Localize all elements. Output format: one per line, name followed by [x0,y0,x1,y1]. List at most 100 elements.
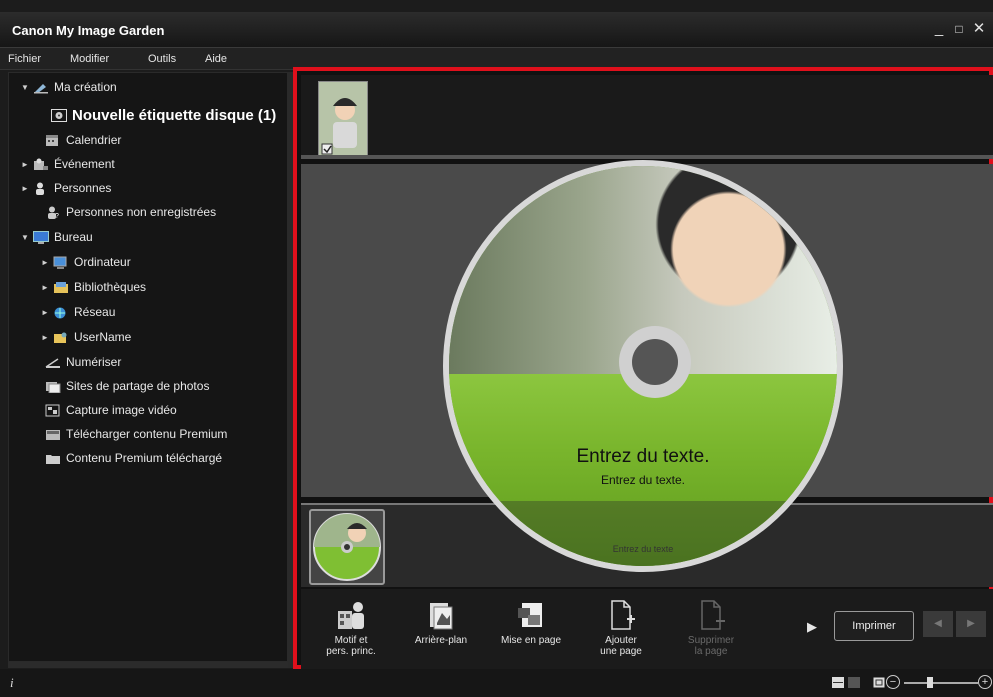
sidebar-item-label: Personnes non enregistrées [66,205,217,219]
sidebar-item-label: Contenu Premium téléchargé [66,451,223,465]
people-icon [33,182,49,195]
computer-icon [53,256,69,269]
theme-main-people-button[interactable]: Motif et pers. princ. [311,599,391,665]
expand-arrow-icon[interactable]: ► [39,283,51,292]
sidebar-item-libraries[interactable]: ► Bibliothèques [39,277,146,297]
menu-edit[interactable]: Modifier [70,53,109,65]
delete-page-button[interactable]: Supprimer la page [671,599,751,665]
maximize-button[interactable]: □ [950,20,968,38]
sidebar-item-scan[interactable]: Numériser [31,352,121,372]
photo-sharing-icon [45,380,61,393]
tool-label: Motif et pers. princ. [326,635,376,657]
my-creation-icon [33,81,49,94]
add-page-icon [606,599,636,631]
sidebar-item-my-creation[interactable]: ▼ Ma création [19,77,117,97]
disc-label-preview[interactable]: Entrez du texte. Entrez du texte. Entrez… [443,160,843,572]
info-icon[interactable]: i [10,675,14,691]
expand-arrow-icon[interactable]: ▼ [19,233,31,242]
zoom-out-button[interactable]: − [886,675,900,689]
sidebar-item-photo-sharing[interactable]: Sites de partage de photos [31,376,209,396]
sidebar-item-label: Ma création [54,80,117,94]
menu-file[interactable]: Fichier [8,53,41,65]
app-window: Canon My Image Garden _ □ ✕ Fichier Modi… [0,0,993,697]
sidebar-item-label: Événement [54,157,115,171]
disc-main-text[interactable]: Entrez du texte. [449,446,837,468]
sidebar-item-event[interactable]: ► Événement [19,154,115,174]
download-premium-icon [45,428,61,441]
sidebar-item-label: Calendrier [66,133,122,147]
fit-to-window-icon[interactable] [873,677,885,688]
sidebar-item-computer[interactable]: ► Ordinateur [39,252,131,272]
tool-label: Supprimer la page [687,635,735,657]
status-bar: i − + [0,669,993,697]
tool-label: Ajouter une page [600,635,642,657]
svg-text:?: ? [55,213,59,219]
premium-folder-icon [45,452,61,465]
expand-arrow-icon[interactable]: ► [39,333,51,342]
sidebar-item-video-capture[interactable]: Capture image vidéo [31,400,177,420]
sidebar-item-username[interactable]: ► UserName [39,327,131,347]
next-page-button[interactable]: ▶ [956,611,986,637]
disc-faint-text: Entrez du texte [612,544,674,554]
sidebar-item-download-premium[interactable]: Télécharger contenu Premium [31,424,227,444]
sidebar-item-unregistered-people[interactable]: ? Personnes non enregistrées [31,202,216,222]
disc-label-preview-wrapper: Entrez du texte. Entrez du texte. Entrez… [443,160,843,572]
close-button[interactable]: ✕ [970,20,988,38]
sidebar-item-label: Réseau [74,305,116,319]
sidebar-item-desktop[interactable]: ▼ Bureau [19,227,93,247]
sidebar-item-label: Personnes [54,181,112,195]
previous-page-button[interactable]: ◀ [923,611,953,637]
menu-tools[interactable]: Outils [148,53,176,65]
disc-thumbnail-icon [313,513,381,581]
delete-page-icon [696,599,726,631]
disc-overlap-shade [449,501,837,566]
more-tools-arrow[interactable]: ▶ [807,619,817,635]
page-thumbnail-strip [301,75,993,157]
sidebar-item-label: Bureau [54,230,93,244]
minimize-button[interactable]: _ [930,20,948,38]
network-icon [53,306,69,319]
page-thumbnail[interactable] [318,81,368,157]
layout-button[interactable]: Mise en page [491,599,571,665]
sidebar-item-label: UserName [74,330,132,344]
zoom-slider[interactable] [904,682,978,684]
sidebar-item-label: Capture image vidéo [66,403,177,417]
disc-center-hole [632,339,678,385]
tool-label: Mise en page [500,635,562,646]
background-button[interactable]: Arrière-plan [401,599,481,665]
zoom-slider-thumb[interactable] [927,677,933,688]
sidebar-item-label: Bibliothèques [74,280,147,294]
view-single-icon[interactable] [848,677,860,688]
expand-arrow-icon[interactable]: ► [19,160,31,169]
thumbnail-scrollbar[interactable] [301,155,993,159]
expand-arrow-icon[interactable]: ► [39,258,51,267]
user-folder-icon [53,331,69,344]
expand-arrow-icon[interactable]: ► [19,184,31,193]
child-photo-icon [319,82,367,156]
disc-sub-text[interactable]: Entrez du texte. [449,473,837,487]
disc-thumbnail[interactable] [309,509,385,585]
background-icon [426,599,456,631]
sidebar-item-label: Sites de partage de photos [66,379,210,393]
sidebar-item-network[interactable]: ► Réseau [39,302,115,322]
sidebar-item-label: Ordinateur [74,255,131,269]
tool-label: Arrière-plan [414,635,468,646]
sidebar-scrollbar[interactable] [8,662,288,668]
menu-help[interactable]: Aide [205,53,227,65]
calendar-icon [45,134,61,147]
expand-arrow-icon[interactable]: ▼ [19,83,31,92]
event-icon [33,158,49,171]
add-page-button[interactable]: Ajouter une page [581,599,661,665]
bottom-toolbar: Motif et pers. princ. Arrière-plan Mise … [301,589,993,669]
sidebar-item-calendar[interactable]: Calendrier [31,130,121,150]
sidebar-item-premium-downloaded[interactable]: Contenu Premium téléchargé [31,448,222,468]
view-strip-icon[interactable] [832,677,844,688]
expand-arrow-icon[interactable]: ► [39,308,51,317]
zoom-in-button[interactable]: + [978,675,992,689]
sidebar-item-people[interactable]: ► Personnes [19,178,111,198]
sidebar: ▼ Ma création Nouvelle étiquette disque … [8,72,288,662]
sidebar-item-new-disc-label[interactable]: Nouvelle étiquette disque (1) [49,103,276,127]
disc-label-icon [51,108,67,122]
title-bar: Canon My Image Garden _ □ ✕ [0,12,993,48]
print-button[interactable]: Imprimer [834,611,914,641]
